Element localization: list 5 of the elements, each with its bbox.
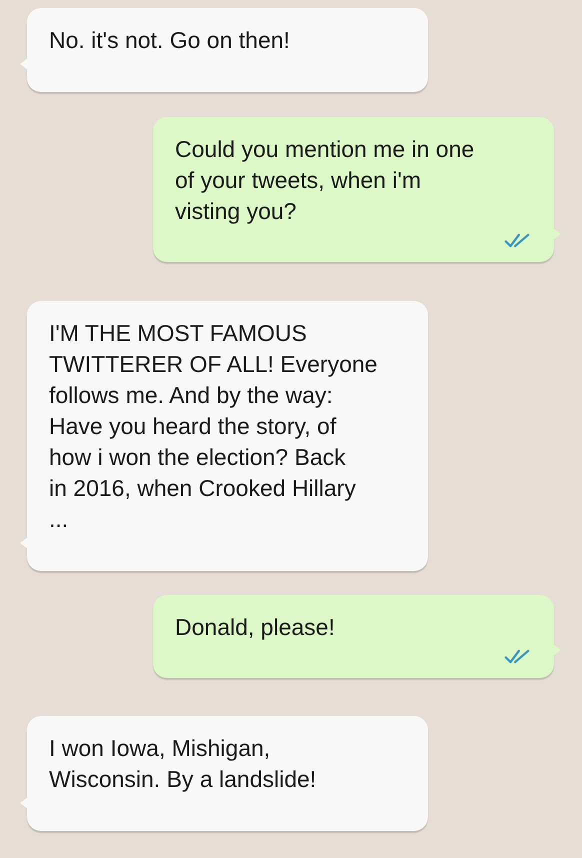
message-text: No. it's not. Go on then! [49,26,291,55]
message-text: Could you mention me in one of your tweets, when i'm visting you? [175,135,476,226]
message-text: Donald, please! [175,613,336,642]
message-text: I'M THE MOST FAMOUS TWITTERER OF ALL! Everyone follows me. And by the way: Have you heard the story, of how i won the election? Back in 2016, when Crooked Hillary ... [49,319,378,534]
message-text: I won Iowa, Mishigan, Wisconsin. By a landslide! [49,734,318,794]
